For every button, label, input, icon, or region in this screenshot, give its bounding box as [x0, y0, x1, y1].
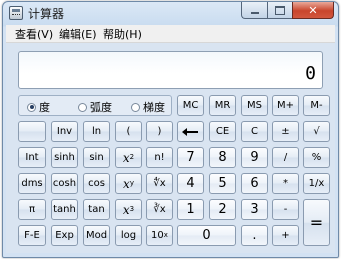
- radio-gradians-label: 梯度: [143, 101, 165, 114]
- plus-minus-button[interactable]: ±: [272, 121, 299, 142]
- digit-9-button[interactable]: 9: [241, 147, 268, 168]
- radio-degrees[interactable]: 度: [27, 99, 50, 115]
- cube-root-button[interactable]: ∛x: [146, 199, 173, 220]
- tanh-button[interactable]: tanh: [51, 199, 78, 220]
- m-plus-button[interactable]: M+: [272, 95, 299, 116]
- sinh-button[interactable]: sinh: [51, 147, 78, 168]
- radio-degrees-label: 度: [39, 101, 50, 114]
- display: 0: [18, 51, 323, 89]
- tan-button[interactable]: tan: [83, 199, 110, 220]
- dms-button[interactable]: dms: [18, 173, 46, 194]
- cosh-button[interactable]: cosh: [51, 173, 78, 194]
- close-icon: ✕: [308, 3, 318, 17]
- exp-button[interactable]: Exp: [51, 225, 78, 246]
- divide-button[interactable]: /: [272, 147, 299, 168]
- digit-5-button[interactable]: 5: [209, 173, 236, 194]
- menu-edit[interactable]: 编辑(E): [59, 26, 97, 42]
- display-value: 0: [305, 63, 316, 84]
- x-power-y-button[interactable]: xy: [115, 173, 142, 194]
- ten-power-x-exponent: x: [163, 231, 168, 239]
- digit-2-button[interactable]: 2: [209, 199, 236, 220]
- x-cubed-exponent: 3: [129, 205, 135, 213]
- mr-button[interactable]: MR: [209, 95, 236, 116]
- ln-button[interactable]: ln: [83, 121, 110, 142]
- left-paren-button[interactable]: (: [115, 121, 142, 142]
- inv-button[interactable]: Inv: [51, 121, 78, 142]
- minus-button[interactable]: -: [272, 199, 299, 220]
- maximize-button[interactable]: [267, 2, 292, 19]
- plus-button[interactable]: +: [272, 225, 299, 246]
- calculator-body: 0 度 弧度 梯度 MC MR MS M+ M- Inv ln ( ) CE C…: [6, 43, 335, 253]
- digit-8-button[interactable]: 8: [209, 147, 236, 168]
- digit-1-button[interactable]: 1: [177, 199, 204, 220]
- reciprocal-button[interactable]: 1/x: [303, 173, 330, 194]
- menu-help[interactable]: 帮助(H): [103, 26, 142, 42]
- x-power-y-exponent: y: [129, 179, 134, 187]
- digit-3-button[interactable]: 3: [241, 199, 268, 220]
- mc-button[interactable]: MC: [177, 95, 204, 116]
- radio-degrees-indicator: [27, 102, 36, 112]
- equals-button[interactable]: =: [303, 199, 330, 246]
- menu-bar: 查看(V) 编辑(E) 帮助(H): [6, 25, 335, 43]
- menu-view[interactable]: 查看(V): [15, 26, 53, 42]
- title-bar[interactable]: 计算器 ✕: [3, 2, 338, 24]
- right-paren-button[interactable]: ): [146, 121, 173, 142]
- backspace-arrow-icon: [181, 127, 198, 136]
- y-root-button[interactable]: ∜x: [146, 173, 173, 194]
- radio-gradians-indicator: [131, 102, 140, 112]
- digit-0-button[interactable]: 0: [177, 225, 236, 246]
- decimal-point-button[interactable]: .: [241, 225, 268, 246]
- angle-mode-group: 度 弧度 梯度: [18, 95, 172, 116]
- radio-radians-label: 弧度: [90, 101, 112, 114]
- minimize-icon: [250, 12, 259, 14]
- c-button[interactable]: C: [241, 121, 268, 142]
- percent-button[interactable]: %: [303, 147, 330, 168]
- mod-button[interactable]: Mod: [83, 225, 110, 246]
- x-squared-base: x: [122, 150, 130, 165]
- multiply-button[interactable]: *: [272, 173, 299, 194]
- calculator-window: 计算器 ✕ 查看(V) 编辑(E) 帮助(H) 0 度 弧度 梯度 MC MR …: [2, 1, 339, 258]
- log-button[interactable]: log: [115, 225, 142, 246]
- m-minus-button[interactable]: M-: [303, 95, 330, 116]
- close-button[interactable]: ✕: [292, 2, 334, 19]
- pi-button[interactable]: π: [18, 199, 46, 220]
- radio-radians[interactable]: 弧度: [78, 99, 112, 115]
- x-squared-exponent: 2: [129, 153, 135, 161]
- int-button[interactable]: Int: [18, 147, 46, 168]
- minimize-button[interactable]: [241, 2, 267, 19]
- sin-button[interactable]: sin: [83, 147, 110, 168]
- x-cubed-base: x: [122, 202, 130, 217]
- digit-6-button[interactable]: 6: [241, 173, 268, 194]
- sqrt-button[interactable]: √: [303, 121, 330, 142]
- cos-button[interactable]: cos: [83, 173, 110, 194]
- ms-button[interactable]: MS: [241, 95, 268, 116]
- x-power-y-base: x: [123, 176, 130, 191]
- ce-button[interactable]: CE: [209, 121, 236, 142]
- calculator-icon: [9, 6, 23, 20]
- x-squared-button[interactable]: x2: [115, 147, 142, 168]
- fe-button[interactable]: F-E: [18, 225, 46, 246]
- ten-power-x-base: 10: [151, 230, 164, 241]
- radio-gradians[interactable]: 梯度: [131, 99, 165, 115]
- ten-power-x-button[interactable]: 10 x: [146, 225, 173, 246]
- blank-button[interactable]: [18, 121, 46, 142]
- window-title: 计算器: [28, 7, 65, 21]
- radio-radians-indicator: [78, 102, 87, 112]
- factorial-button[interactable]: n!: [146, 147, 173, 168]
- maximize-icon: [275, 5, 285, 15]
- x-cubed-button[interactable]: x3: [115, 199, 142, 220]
- digit-7-button[interactable]: 7: [177, 147, 204, 168]
- backspace-button[interactable]: [177, 121, 204, 142]
- digit-4-button[interactable]: 4: [177, 173, 204, 194]
